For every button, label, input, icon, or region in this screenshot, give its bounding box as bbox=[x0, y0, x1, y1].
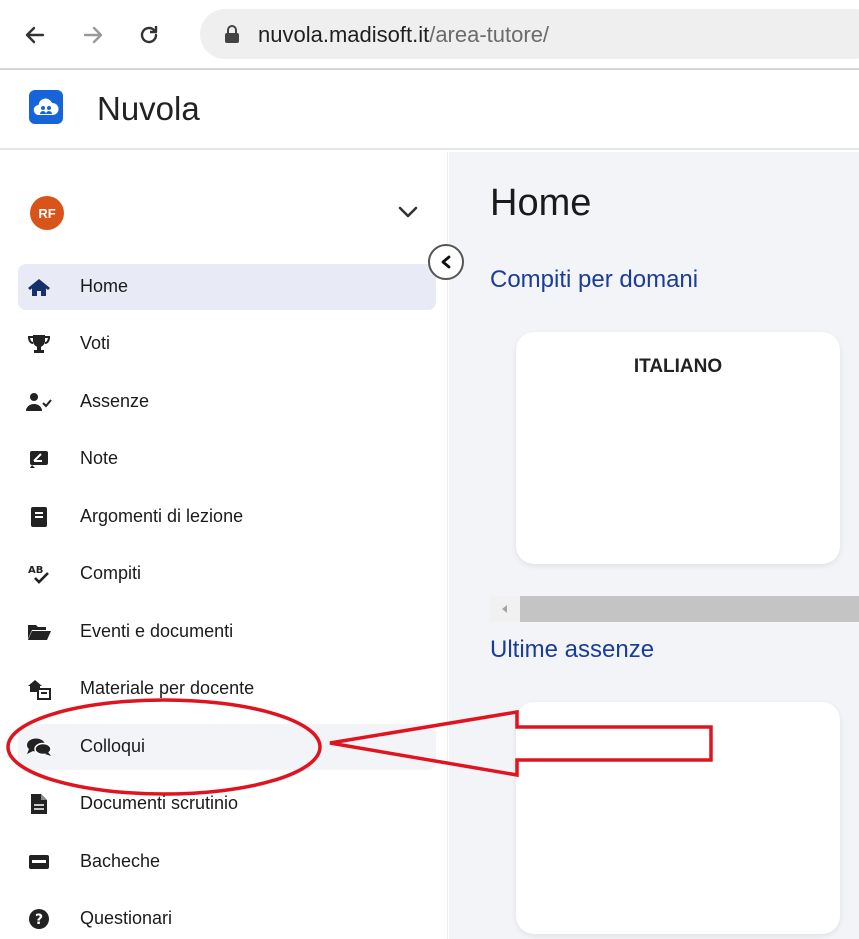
sidebar-item-label: Eventi e documenti bbox=[80, 621, 234, 641]
cloud-logo-icon bbox=[29, 90, 63, 124]
svg-text:?: ? bbox=[35, 912, 43, 928]
avatar[interactable]: RF bbox=[30, 196, 64, 230]
lock-icon[interactable] bbox=[224, 25, 240, 47]
home-icon bbox=[26, 275, 52, 299]
board-icon bbox=[26, 850, 52, 874]
back-arrow-icon[interactable] bbox=[20, 20, 50, 50]
url-text[interactable]: nuvola.madisoft.it/area-tutore/ bbox=[258, 22, 549, 48]
sidebar-item-label: Home bbox=[80, 276, 129, 296]
horizontal-scrollbar[interactable] bbox=[490, 596, 859, 622]
sidebar-item-label: Voti bbox=[80, 333, 111, 353]
sidebar-item-label: Bacheche bbox=[80, 851, 161, 871]
section-title-assenze: Ultime assenze bbox=[490, 636, 655, 663]
page-title: Home bbox=[490, 182, 592, 224]
sidebar-item-colloqui[interactable]: Colloqui bbox=[18, 724, 436, 770]
absences-card[interactable] bbox=[516, 702, 840, 934]
trophy-icon bbox=[26, 332, 52, 356]
sidebar-item-documenti-scrutinio[interactable]: Documenti scrutinio bbox=[18, 781, 436, 827]
file-icon bbox=[26, 792, 52, 816]
chevron-down-icon[interactable] bbox=[396, 204, 420, 224]
browser-toolbar: nuvola.madisoft.it/area-tutore/ bbox=[0, 0, 859, 70]
sidebar-item-bacheche[interactable]: Bacheche bbox=[18, 839, 436, 885]
user-check-icon bbox=[26, 390, 52, 414]
sidebar-item-assenze[interactable]: Assenze bbox=[18, 379, 436, 425]
sidebar-item-label: Colloqui bbox=[80, 736, 146, 756]
sidebar-item-label: Compiti bbox=[80, 563, 142, 583]
sidebar: RF Home Voti Assenze Note Argomenti di l… bbox=[0, 152, 448, 939]
sidebar-item-label: Note bbox=[80, 448, 119, 468]
sidebar-item-compiti[interactable]: AB Compiti bbox=[18, 551, 436, 597]
sidebar-item-label: Argomenti di lezione bbox=[80, 506, 244, 526]
comments-icon bbox=[26, 735, 52, 759]
sidebar-item-note[interactable]: Note bbox=[18, 436, 436, 482]
forward-arrow-icon[interactable] bbox=[78, 20, 108, 50]
main-content: Home Compiti per domani ITALIANO Ultime … bbox=[449, 152, 859, 939]
spellcheck-icon: AB bbox=[26, 562, 52, 586]
section-title-compiti: Compiti per domani bbox=[490, 266, 699, 293]
folder-open-icon bbox=[26, 620, 52, 644]
chevron-left-icon bbox=[441, 255, 451, 269]
sidebar-item-label: Questionari bbox=[80, 908, 173, 928]
sidebar-item-questionari[interactable]: ? Questionari bbox=[18, 896, 436, 939]
question-circle-icon: ? bbox=[26, 907, 52, 931]
sidebar-item-argomenti[interactable]: Argomenti di lezione bbox=[18, 494, 436, 540]
card-title: ITALIANO bbox=[633, 356, 723, 377]
svg-text:AB: AB bbox=[28, 565, 43, 576]
address-bar[interactable]: nuvola.madisoft.it/area-tutore/ bbox=[200, 9, 859, 59]
note-icon bbox=[26, 447, 52, 471]
sidebar-item-label: Assenze bbox=[80, 391, 150, 411]
reload-icon[interactable] bbox=[134, 20, 164, 50]
sidebar-item-voti[interactable]: Voti bbox=[18, 321, 436, 367]
sidebar-item-home[interactable]: Home bbox=[18, 264, 436, 310]
scrollbar-thumb[interactable] bbox=[520, 596, 859, 622]
sidebar-item-label: Materiale per docente bbox=[80, 678, 255, 698]
app-title: Nuvola bbox=[97, 90, 200, 127]
house-share-icon bbox=[26, 677, 52, 701]
app-header: Nuvola bbox=[0, 72, 859, 150]
sidebar-item-eventi[interactable]: Eventi e documenti bbox=[18, 609, 436, 655]
scroll-left-icon[interactable] bbox=[490, 596, 520, 622]
collapse-sidebar-button[interactable] bbox=[428, 244, 464, 280]
sidebar-item-materiale[interactable]: Materiale per docente bbox=[18, 666, 436, 712]
homework-card[interactable]: ITALIANO bbox=[516, 332, 840, 564]
sidebar-item-label: Documenti scrutinio bbox=[80, 793, 239, 813]
book-icon bbox=[26, 505, 52, 529]
